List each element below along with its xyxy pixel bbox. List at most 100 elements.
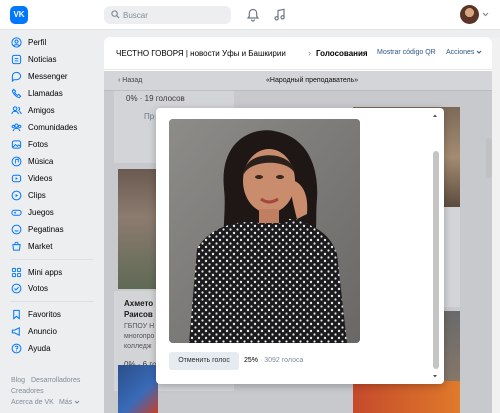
sidebar-item-label: Llamadas	[28, 88, 63, 98]
sidebar-item-label: Ayuda	[28, 343, 51, 353]
sidebar-item-label: Clips	[28, 190, 46, 200]
footer-link-creators[interactable]: Creadores	[11, 388, 44, 395]
top-bar: VK	[0, 0, 500, 30]
sidebar-divider	[10, 301, 94, 302]
actions-label: Acciones	[446, 49, 475, 56]
sidebar-item-music[interactable]: Música	[10, 154, 53, 168]
video-icon	[10, 172, 22, 184]
news-icon	[10, 53, 22, 65]
sidebar-item-ads[interactable]: Anuncio	[10, 324, 57, 338]
search-box[interactable]	[104, 6, 231, 24]
sidebar-item-label: Anuncio	[28, 326, 57, 336]
bell-icon[interactable]	[245, 7, 261, 23]
communities-icon	[10, 121, 22, 133]
apps-icon	[10, 266, 22, 278]
candidate-photo	[353, 381, 460, 413]
vote-percent: 25%	[244, 357, 259, 364]
sidebar-item-label: Música	[28, 156, 54, 166]
sidebar-item-mini-apps[interactable]: Mini apps	[10, 265, 62, 279]
vote-button[interactable]: Пр	[144, 112, 154, 121]
sidebar-item-communities[interactable]: Comunidades	[10, 120, 77, 134]
search-icon	[111, 10, 120, 19]
games-icon	[10, 206, 22, 218]
chevron-right-icon: ›	[308, 48, 311, 58]
vote-count: 3092 голоса	[264, 357, 304, 364]
page-scrollbar[interactable]	[492, 37, 500, 413]
show-qr-link[interactable]: Mostrar código QR	[377, 49, 436, 56]
sidebar-item-label: Votos	[28, 283, 49, 293]
footer-link-blog[interactable]: Blog	[11, 377, 25, 384]
bookmark-icon	[10, 308, 22, 320]
sidebar-item-label: Mini apps	[28, 267, 63, 277]
back-button[interactable]: ‹ Назад	[118, 77, 142, 84]
photo-icon	[10, 138, 22, 150]
chevron-down-icon	[74, 400, 80, 404]
footer-link-more[interactable]: Más	[59, 399, 80, 406]
candidate-org: ГБПОУ Н	[124, 323, 155, 330]
more-label: Más	[59, 399, 73, 406]
page-scrollbar-thumb[interactable]	[486, 138, 492, 178]
sidebar-item-news[interactable]: Noticias	[10, 52, 56, 66]
vk-logo[interactable]: VK	[10, 6, 28, 24]
footer-link-developers[interactable]: Desarrolladores	[31, 377, 80, 384]
stickers-icon	[10, 223, 22, 235]
cancel-vote-button[interactable]: Отменить голос	[169, 352, 239, 370]
page-header: ЧЕСТНО ГОВОРЯ | новости Уфы и Башкирии ›…	[104, 37, 492, 70]
candidate-result: 0% · 19 голосов	[126, 94, 185, 103]
sidebar-item-votes[interactable]: Votos	[10, 281, 48, 295]
market-icon	[10, 240, 22, 252]
sidebar-item-help[interactable]: Ayuda	[10, 341, 51, 355]
sidebar-item-label: Amigos	[28, 105, 55, 115]
sidebar-item-label: Juegos	[28, 207, 54, 217]
friends-icon	[10, 104, 22, 116]
sidebar-item-label: Messenger	[28, 71, 68, 81]
candidate-name: Раисов	[124, 310, 153, 319]
sidebar-item-label: Comunidades	[28, 122, 78, 132]
sidebar-item-label: Perfil	[28, 37, 47, 47]
votes-icon	[10, 282, 22, 294]
breadcrumb[interactable]: ЧЕСТНО ГОВОРЯ | новости Уфы и Башкирии	[116, 49, 286, 58]
sidebar-item-label: Fotos	[28, 139, 49, 149]
sidebar-item-label: Noticias	[28, 54, 57, 64]
sidebar-item-label: Market	[28, 241, 53, 251]
candidate-photo	[118, 169, 158, 289]
person-icon	[10, 36, 22, 48]
candidate-photo	[118, 365, 158, 413]
sidebar-item-messenger[interactable]: Messenger	[10, 69, 68, 83]
vote-result: 25% · 3092 голоса	[244, 357, 304, 364]
sidebar-item-label: Pegatinas	[28, 224, 64, 234]
sidebar-item-games[interactable]: Juegos	[10, 205, 54, 219]
phone-icon	[10, 87, 22, 99]
sidebar-item-favorites[interactable]: Favoritos	[10, 307, 61, 321]
page-title: Голосования	[316, 49, 368, 58]
sidebar-item-label: Videos	[28, 173, 53, 183]
candidate-photo-large	[169, 119, 360, 343]
poll-title: «Народный преподаватель»	[266, 77, 359, 84]
sidebar-item-videos[interactable]: Videos	[10, 171, 52, 185]
chevron-down-icon	[477, 50, 482, 54]
user-avatar[interactable]	[460, 5, 479, 24]
sidebar: Perfil Noticias Messenger Llamadas Amigo…	[0, 30, 100, 413]
actions-menu[interactable]: Acciones	[446, 49, 482, 56]
back-label: Назад	[122, 77, 143, 84]
sidebar-item-market[interactable]: Market	[10, 239, 52, 253]
viewer-subbar: ‹ Назад «Народный преподаватель»	[104, 71, 492, 91]
footer-link-about[interactable]: Acerca de VK	[11, 399, 54, 406]
sidebar-divider	[10, 259, 94, 260]
search-input[interactable]	[123, 9, 223, 21]
sidebar-item-clips[interactable]: Clips	[10, 188, 46, 202]
sidebar-item-photos[interactable]: Fotos	[10, 137, 48, 151]
modal-scrollbar-thumb[interactable]	[433, 151, 439, 369]
candidate-name: Ахмето	[124, 299, 154, 308]
sidebar-item-stickers[interactable]: Pegatinas	[10, 222, 64, 236]
music-icon	[10, 155, 22, 167]
sidebar-item-friends[interactable]: Amigos	[10, 103, 55, 117]
sidebar-item-profile[interactable]: Perfil	[10, 35, 46, 49]
help-icon	[10, 342, 22, 354]
portrait-image	[169, 119, 360, 343]
chevron-down-icon[interactable]	[482, 12, 489, 17]
candidate-org: многопро	[124, 333, 155, 340]
sidebar-item-calls[interactable]: Llamadas	[10, 86, 63, 100]
chat-icon	[10, 70, 22, 82]
music-icon[interactable]	[272, 7, 288, 23]
